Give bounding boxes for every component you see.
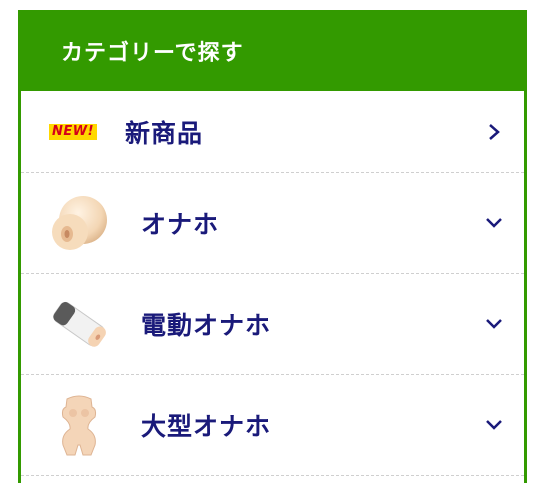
category-item-label: 新商品 bbox=[125, 118, 204, 148]
category-list: NEW! 新商品 オナホ 電動オナホ 大型オナホ bbox=[21, 91, 524, 476]
category-item-label: 大型オナホ bbox=[141, 412, 272, 441]
chevron-down-icon[interactable] bbox=[474, 317, 514, 331]
category-header: カテゴリーで探す bbox=[21, 10, 524, 91]
chevron-down-icon[interactable] bbox=[474, 216, 514, 230]
category-item-large-onaho[interactable]: 大型オナホ bbox=[21, 375, 524, 476]
category-item-onaho[interactable]: オナホ bbox=[21, 173, 524, 274]
category-item-electric-onaho[interactable]: 電動オナホ bbox=[21, 274, 524, 375]
category-panel: カテゴリーで探す NEW! 新商品 オナホ 電動オナホ 大型オナホ bbox=[18, 10, 527, 483]
category-header-title: カテゴリーで探す bbox=[61, 40, 244, 66]
electric-onahole-icon bbox=[39, 289, 119, 359]
category-item-label: オナホ bbox=[141, 210, 220, 239]
new-badge-container: NEW! bbox=[41, 97, 105, 167]
category-item-label: 電動オナホ bbox=[141, 311, 272, 340]
chevron-right-icon[interactable] bbox=[474, 123, 514, 141]
new-badge: NEW! bbox=[48, 123, 98, 140]
category-item-new[interactable]: NEW! 新商品 bbox=[21, 91, 524, 173]
onahole-icon bbox=[39, 188, 119, 258]
torso-onahole-icon bbox=[39, 390, 119, 460]
chevron-down-icon[interactable] bbox=[474, 418, 514, 432]
